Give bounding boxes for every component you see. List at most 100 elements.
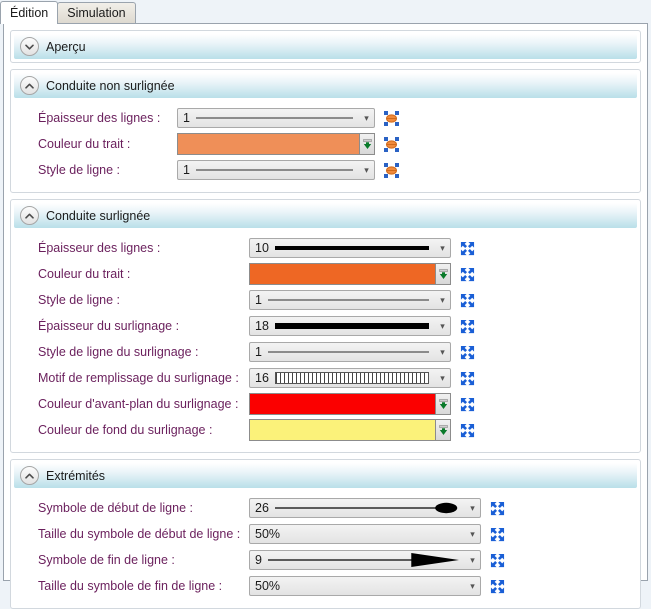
chevron-down-icon[interactable]: ▾ — [359, 113, 374, 124]
color-swatch[interactable] — [250, 420, 435, 440]
combo-taille-symbole-fin[interactable]: 50% ▾ — [249, 576, 481, 596]
expression-override-icon[interactable] — [384, 136, 399, 152]
combo-value: 10 — [255, 241, 269, 255]
combo-motif-de-remplissage[interactable]: 16 ▾ — [249, 368, 451, 388]
expression-override-icon[interactable] — [384, 110, 399, 126]
combo-value: 16 — [255, 371, 269, 385]
combo-style-de-ligne-du-surlignage[interactable]: 1 ▾ — [249, 342, 451, 362]
chevron-up-icon[interactable] — [20, 206, 39, 225]
color-picker-avant-plan-surlignage[interactable] — [249, 393, 451, 415]
expression-override-icon[interactable] — [384, 162, 399, 178]
combo-style-de-ligne[interactable]: 1 ▾ — [177, 160, 375, 180]
combo-value: 26 — [255, 501, 269, 515]
field-label-style-de-ligne: Style de ligne : — [38, 293, 120, 307]
expand-arrows-icon[interactable] — [460, 345, 475, 360]
field-row: Épaisseur des lignes : 1 ▾ — [14, 105, 637, 131]
properties-content-panel: Aperçu Conduite non surlignée Épaisseur … — [3, 23, 648, 609]
properties-panel-window: Édition Simulation Aperçu Conduite non s… — [0, 0, 651, 609]
field-row: Taille du symbole de début de ligne : 50… — [14, 521, 637, 547]
field-control: 26 ▾ — [249, 498, 481, 518]
color-swatch[interactable] — [250, 264, 435, 284]
combo-value: 50% — [255, 527, 281, 541]
combo-epaisseur-des-lignes[interactable]: 10 ▾ — [249, 238, 451, 258]
section-conduite-non-surlignee-header[interactable]: Conduite non surlignée — [14, 73, 637, 98]
field-row: Symbole de début de ligne : 26 ▾ — [14, 495, 637, 521]
tab-edition[interactable]: Édition — [0, 1, 59, 24]
color-dropdown-button[interactable] — [359, 134, 374, 154]
field-control — [249, 393, 451, 415]
field-control: 18 ▾ — [249, 316, 451, 336]
combo-epaisseur-des-lignes[interactable]: 1 ▾ — [177, 108, 375, 128]
section-apercu-title: Aperçu — [46, 39, 86, 54]
fill-pattern-preview — [274, 369, 429, 387]
chevron-down-icon[interactable]: ▾ — [465, 555, 480, 566]
field-control: 16 ▾ — [249, 368, 451, 388]
chevron-up-icon[interactable] — [20, 466, 39, 485]
field-label-couleur-trait: Couleur du trait : — [38, 137, 131, 151]
color-swatch[interactable] — [250, 394, 435, 414]
combo-symbole-de-fin-de-ligne[interactable]: 9 ▾ — [249, 550, 481, 570]
color-swatch[interactable] — [178, 134, 359, 154]
chevron-down-icon[interactable] — [20, 37, 39, 56]
color-picker-fond-surlignage[interactable] — [249, 419, 451, 441]
color-dropdown-button[interactable] — [435, 264, 450, 284]
expand-arrows-icon[interactable] — [490, 527, 505, 542]
expand-arrows-icon[interactable] — [460, 293, 475, 308]
expand-arrows-icon[interactable] — [490, 501, 505, 516]
combo-value: 1 — [183, 111, 190, 125]
tab-simulation[interactable]: Simulation — [57, 2, 136, 24]
chevron-down-icon[interactable]: ▾ — [435, 243, 450, 254]
field-control: 9 ▾ — [249, 550, 481, 570]
field-row: Symbole de fin de ligne : 9 ▾ — [14, 547, 637, 573]
field-control: 50% ▾ — [249, 524, 481, 544]
chevron-down-icon[interactable]: ▾ — [359, 165, 374, 176]
section-extremites-header[interactable]: Extrémités — [14, 463, 637, 488]
combo-taille-symbole-debut[interactable]: 50% ▾ — [249, 524, 481, 544]
expand-arrows-icon[interactable] — [490, 553, 505, 568]
field-row: Style de ligne du surlignage : 1 ▾ — [14, 339, 637, 365]
expand-arrows-icon[interactable] — [460, 319, 475, 334]
color-picker-couleur-du-trait[interactable] — [177, 133, 375, 155]
expand-arrows-icon[interactable] — [460, 423, 475, 438]
expand-arrows-icon[interactable] — [460, 267, 475, 282]
combo-symbole-de-debut-de-ligne[interactable]: 26 ▾ — [249, 498, 481, 518]
tab-simulation-label: Simulation — [67, 6, 126, 20]
color-dropdown-button[interactable] — [435, 394, 450, 414]
field-label-taille-symbole-debut: Taille du symbole de début de ligne : — [38, 527, 241, 541]
start-symbol-preview — [274, 499, 459, 517]
field-row: Couleur d'avant-plan du surlignage : — [14, 391, 637, 417]
field-label-couleur-trait: Couleur du trait : — [38, 267, 131, 281]
field-row: Couleur de fond du surlignage : — [14, 417, 637, 443]
chevron-up-icon[interactable] — [20, 76, 39, 95]
line-style-preview — [195, 161, 353, 179]
section-conduite-surlignee-header[interactable]: Conduite surlignée — [14, 203, 637, 228]
field-label-couleur-avant-plan: Couleur d'avant-plan du surlignage : — [38, 397, 239, 411]
chevron-down-icon[interactable]: ▾ — [435, 373, 450, 384]
section-extremites: Extrémités Symbole de début de ligne : 2… — [10, 459, 641, 609]
field-label-symbole-debut: Symbole de début de ligne : — [38, 501, 193, 515]
color-dropdown-button[interactable] — [435, 420, 450, 440]
chevron-down-icon[interactable]: ▾ — [465, 529, 480, 540]
expand-arrows-icon[interactable] — [460, 371, 475, 386]
expand-arrows-icon[interactable] — [460, 397, 475, 412]
section-apercu-header[interactable]: Aperçu — [14, 34, 637, 59]
chevron-down-icon[interactable]: ▾ — [435, 321, 450, 332]
chevron-down-icon[interactable]: ▾ — [435, 295, 450, 306]
combo-epaisseur-du-surlignage[interactable]: 18 ▾ — [249, 316, 451, 336]
field-label-couleur-fond: Couleur de fond du surlignage : — [38, 423, 213, 437]
field-control — [249, 263, 451, 285]
section-conduite-non-surlignee-title: Conduite non surlignée — [46, 78, 175, 93]
chevron-down-icon[interactable]: ▾ — [465, 581, 480, 592]
chevron-down-icon[interactable]: ▾ — [435, 347, 450, 358]
field-row: Taille du symbole de fin de ligne : 50% … — [14, 573, 637, 599]
expand-arrows-icon[interactable] — [490, 579, 505, 594]
combo-style-de-ligne[interactable]: 1 ▾ — [249, 290, 451, 310]
field-control: 1 ▾ — [177, 108, 375, 128]
combo-value: 9 — [255, 553, 262, 567]
field-label-epaisseur-surlignage: Épaisseur du surlignage : — [38, 319, 180, 333]
field-row: Motif de remplissage du surlignage : 16 … — [14, 365, 637, 391]
expand-arrows-icon[interactable] — [460, 241, 475, 256]
chevron-down-icon[interactable]: ▾ — [465, 503, 480, 514]
color-picker-couleur-du-trait[interactable] — [249, 263, 451, 285]
section-extremites-body: Symbole de début de ligne : 26 ▾ Taille … — [14, 488, 637, 605]
